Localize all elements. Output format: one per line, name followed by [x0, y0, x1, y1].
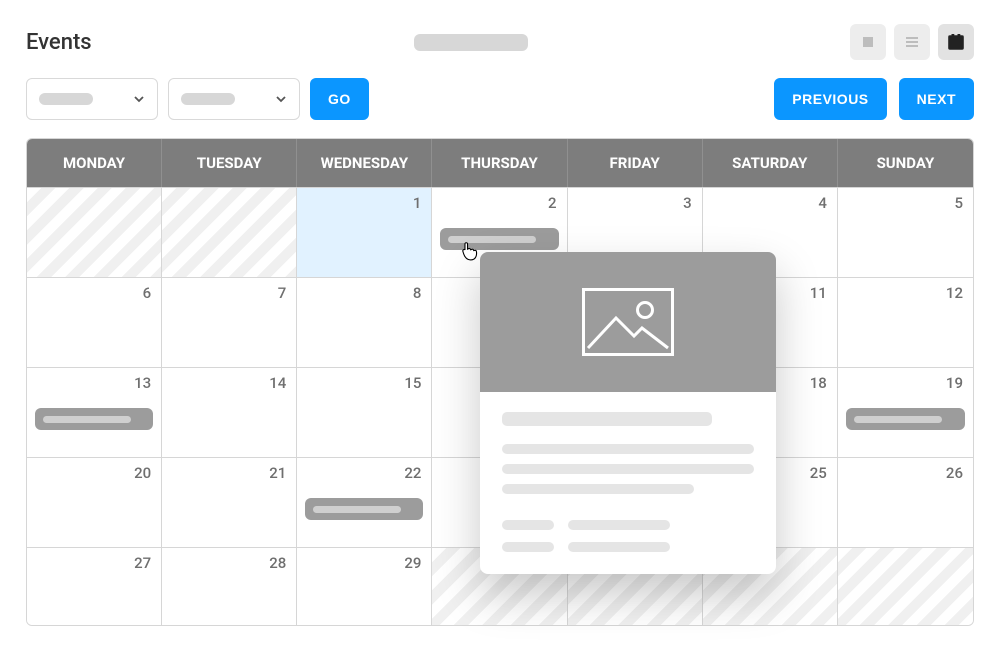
chevron-down-icon — [275, 93, 287, 105]
next-button[interactable]: NEXT — [899, 78, 974, 120]
calendar-cell[interactable]: 13 — [27, 367, 162, 457]
calendar-cell[interactable]: 12 — [838, 277, 973, 367]
date-number: 3 — [683, 194, 692, 212]
calendar-cell[interactable]: 21 — [162, 457, 297, 547]
calendar-view-icon[interactable] — [938, 24, 974, 60]
calendar-cell[interactable]: 28 — [162, 547, 297, 625]
calendar-cell[interactable] — [27, 187, 162, 277]
date-number: 29 — [404, 554, 421, 572]
date-number: 1 — [413, 194, 422, 212]
event-title-placeholder — [43, 416, 131, 423]
day-of-week: FRIDAY — [568, 139, 703, 187]
calendar-cell[interactable]: 6 — [27, 277, 162, 367]
date-number: 26 — [946, 464, 963, 482]
view-switcher — [850, 24, 974, 60]
grid-view-icon[interactable] — [850, 24, 886, 60]
calendar-cell[interactable]: 7 — [162, 277, 297, 367]
popover-text-placeholder — [502, 484, 694, 494]
date-number: 13 — [134, 374, 151, 392]
year-select[interactable] — [168, 78, 300, 120]
popover-text-placeholder — [502, 444, 754, 454]
event-chip[interactable] — [846, 408, 965, 430]
select-placeholder — [181, 93, 235, 105]
date-number: 14 — [269, 374, 286, 392]
date-number: 7 — [278, 284, 287, 302]
calendar-cell[interactable]: 27 — [27, 547, 162, 625]
go-button[interactable]: GO — [310, 78, 369, 120]
date-number: 6 — [143, 284, 152, 302]
event-popover — [480, 252, 776, 574]
date-number: 5 — [954, 194, 963, 212]
date-number: 19 — [946, 374, 963, 392]
date-number: 11 — [810, 284, 827, 302]
calendar-cell[interactable]: 29 — [297, 547, 432, 625]
date-number: 2 — [548, 194, 557, 212]
image-icon — [582, 288, 674, 356]
calendar-header: MONDAYTUESDAYWEDNESDAYTHURSDAYFRIDAYSATU… — [27, 139, 973, 187]
day-of-week: SATURDAY — [703, 139, 838, 187]
event-title-placeholder — [854, 416, 942, 423]
popover-title-placeholder — [502, 412, 712, 426]
date-number: 27 — [134, 554, 151, 572]
calendar-cell[interactable]: 15 — [297, 367, 432, 457]
date-number: 12 — [946, 284, 963, 302]
day-of-week: WEDNESDAY — [297, 139, 432, 187]
popover-body — [480, 392, 776, 574]
month-select[interactable] — [26, 78, 158, 120]
popover-image — [480, 252, 776, 392]
calendar-cell[interactable] — [162, 187, 297, 277]
date-number: 8 — [413, 284, 422, 302]
calendar-cell[interactable]: 5 — [838, 187, 973, 277]
day-of-week: SUNDAY — [838, 139, 973, 187]
date-number: 20 — [134, 464, 151, 482]
date-number: 22 — [404, 464, 421, 482]
event-title-placeholder — [313, 506, 401, 513]
date-number: 18 — [810, 374, 827, 392]
popover-meta-placeholder — [568, 542, 670, 552]
calendar-cell[interactable]: 14 — [162, 367, 297, 457]
event-chip[interactable] — [35, 408, 153, 430]
popover-meta-placeholder — [502, 542, 554, 552]
date-number: 4 — [818, 194, 827, 212]
calendar-cell[interactable]: 22 — [297, 457, 432, 547]
pointer-cursor-icon — [458, 240, 480, 262]
subtitle-placeholder — [414, 34, 528, 51]
date-number: 15 — [404, 374, 421, 392]
calendar-cell[interactable]: 19 — [838, 367, 973, 457]
page-title: Events — [26, 30, 92, 55]
popover-text-placeholder — [502, 464, 754, 474]
calendar-cell[interactable]: 20 — [27, 457, 162, 547]
date-number: 25 — [810, 464, 827, 482]
day-of-week: MONDAY — [27, 139, 162, 187]
event-chip[interactable] — [305, 498, 423, 520]
calendar-cell[interactable]: 8 — [297, 277, 432, 367]
calendar-cell[interactable] — [838, 547, 973, 625]
date-number: 21 — [269, 464, 286, 482]
select-placeholder — [39, 93, 93, 105]
previous-button[interactable]: PREVIOUS — [774, 78, 886, 120]
popover-meta-placeholder — [568, 520, 670, 530]
calendar-cell[interactable]: 1 — [297, 187, 432, 277]
chevron-down-icon — [133, 93, 145, 105]
list-view-icon[interactable] — [894, 24, 930, 60]
day-of-week: THURSDAY — [432, 139, 567, 187]
calendar-cell[interactable]: 26 — [838, 457, 973, 547]
date-number: 28 — [269, 554, 286, 572]
day-of-week: TUESDAY — [162, 139, 297, 187]
popover-meta-placeholder — [502, 520, 554, 530]
